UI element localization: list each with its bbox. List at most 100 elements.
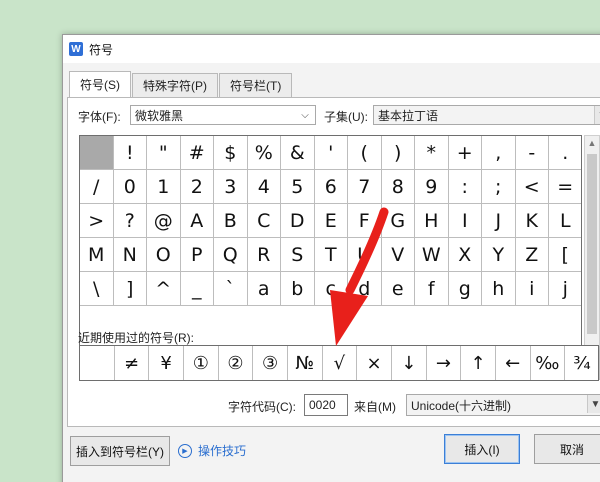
symbol-cell[interactable]: /: [80, 170, 114, 204]
symbol-cell[interactable]: >: [80, 204, 114, 238]
recent-symbol-cell[interactable]: ↑: [461, 346, 496, 380]
recent-symbol-cell[interactable]: ③: [253, 346, 288, 380]
symbol-cell[interactable]: [80, 136, 114, 170]
symbol-cell[interactable]: 4: [247, 170, 281, 204]
recent-symbol-cell[interactable]: [80, 346, 115, 380]
symbol-cell[interactable]: ;: [482, 170, 516, 204]
symbol-cell[interactable]: ]: [113, 272, 147, 306]
symbol-cell[interactable]: 7: [348, 170, 382, 204]
symbol-cell[interactable]: ): [381, 136, 415, 170]
symbol-cell[interactable]: 9: [415, 170, 449, 204]
symbol-cell[interactable]: :: [448, 170, 482, 204]
recent-symbol-cell[interactable]: №: [288, 346, 323, 380]
symbol-cell[interactable]: -: [515, 136, 549, 170]
symbol-cell[interactable]: &: [281, 136, 315, 170]
recent-symbol-cell[interactable]: ‰: [531, 346, 566, 380]
recent-symbol-cell[interactable]: ¾: [565, 346, 600, 380]
symbol-cell[interactable]: <: [515, 170, 549, 204]
symbol-cell[interactable]: _: [180, 272, 214, 306]
symbol-cell[interactable]: N: [113, 238, 147, 272]
font-select[interactable]: 微软雅黑 ⌵: [130, 105, 316, 125]
symbol-cell[interactable]: W: [415, 238, 449, 272]
symbol-cell[interactable]: J: [482, 204, 516, 238]
symbol-cell[interactable]: %: [247, 136, 281, 170]
symbol-grid-scrollbar[interactable]: ▲: [584, 135, 600, 355]
symbol-cell[interactable]: U: [348, 238, 382, 272]
symbol-cell[interactable]: 2: [180, 170, 214, 204]
symbol-cell[interactable]: 8: [381, 170, 415, 204]
symbol-cell[interactable]: `: [214, 272, 248, 306]
scroll-up-icon[interactable]: ▲: [585, 138, 599, 148]
symbol-cell[interactable]: S: [281, 238, 315, 272]
symbol-cell[interactable]: !: [113, 136, 147, 170]
symbol-cell[interactable]: i: [515, 272, 549, 306]
symbol-grid[interactable]: ! " # $% & '() * +, -. /0 1 2 3 4 5 6 7 8 9:; < = >? @ A B C D E F G H…: [79, 135, 582, 355]
symbol-cell[interactable]: 1: [147, 170, 181, 204]
symbol-cell[interactable]: ': [314, 136, 348, 170]
symbol-cell[interactable]: h: [482, 272, 516, 306]
symbol-cell[interactable]: b: [281, 272, 315, 306]
recent-symbol-cell[interactable]: ↓: [392, 346, 427, 380]
symbol-cell[interactable]: =: [549, 170, 581, 204]
recent-symbol-cell[interactable]: ×: [357, 346, 392, 380]
recent-symbol-cell[interactable]: ②: [219, 346, 254, 380]
symbol-cell[interactable]: R: [247, 238, 281, 272]
symbol-cell[interactable]: 6: [314, 170, 348, 204]
symbol-cell[interactable]: ^: [147, 272, 181, 306]
symbol-cell[interactable]: P: [180, 238, 214, 272]
symbol-cell[interactable]: 0: [113, 170, 147, 204]
symbol-cell[interactable]: \: [80, 272, 114, 306]
symbol-cell[interactable]: ?: [113, 204, 147, 238]
scroll-thumb[interactable]: [587, 154, 597, 334]
recent-symbol-cell[interactable]: √: [323, 346, 358, 380]
symbol-cell[interactable]: O: [147, 238, 181, 272]
cancel-button[interactable]: 取消: [534, 434, 600, 464]
subset-select[interactable]: 基本拉丁语 ▼: [373, 105, 600, 125]
symbol-cell[interactable]: A: [180, 204, 214, 238]
recent-symbol-cell[interactable]: →: [427, 346, 462, 380]
symbol-cell[interactable]: d: [348, 272, 382, 306]
symbol-cell[interactable]: M: [80, 238, 114, 272]
insert-to-symbol-bar-button[interactable]: 插入到符号栏(Y): [70, 436, 170, 466]
symbol-cell[interactable]: H: [415, 204, 449, 238]
symbol-cell[interactable]: @: [147, 204, 181, 238]
symbol-cell[interactable]: c: [314, 272, 348, 306]
recent-symbol-cell[interactable]: ¥: [149, 346, 184, 380]
symbol-cell[interactable]: j: [549, 272, 581, 306]
recent-symbol-cell[interactable]: ≠: [115, 346, 150, 380]
symbol-cell[interactable]: *: [415, 136, 449, 170]
symbol-cell[interactable]: ": [147, 136, 181, 170]
recent-symbol-cell[interactable]: ←: [496, 346, 531, 380]
symbol-cell[interactable]: 5: [281, 170, 315, 204]
symbol-cell[interactable]: ,: [482, 136, 516, 170]
tips-link[interactable]: ▶ 操作技巧: [178, 442, 246, 459]
symbol-cell[interactable]: $: [214, 136, 248, 170]
title-bar[interactable]: W 符号: [63, 35, 600, 63]
symbol-cell[interactable]: F: [348, 204, 382, 238]
symbol-cell[interactable]: (: [348, 136, 382, 170]
tab-symbols[interactable]: 符号(S): [69, 71, 131, 97]
symbol-cell[interactable]: 3: [214, 170, 248, 204]
symbol-cell[interactable]: I: [448, 204, 482, 238]
symbol-cell[interactable]: #: [180, 136, 214, 170]
symbol-cell[interactable]: K: [515, 204, 549, 238]
symbol-cell[interactable]: T: [314, 238, 348, 272]
symbol-cell[interactable]: X: [448, 238, 482, 272]
symbol-cell[interactable]: B: [214, 204, 248, 238]
char-code-input[interactable]: 0020: [304, 394, 348, 416]
symbol-cell[interactable]: e: [381, 272, 415, 306]
tab-special-chars[interactable]: 特殊字符(P): [132, 73, 218, 97]
symbol-cell[interactable]: .: [549, 136, 581, 170]
symbol-cell[interactable]: C: [247, 204, 281, 238]
symbol-cell[interactable]: f: [415, 272, 449, 306]
symbol-cell[interactable]: Q: [214, 238, 248, 272]
recent-symbol-cell[interactable]: ①: [184, 346, 219, 380]
tab-symbol-bar[interactable]: 符号栏(T): [219, 73, 293, 97]
symbol-cell[interactable]: V: [381, 238, 415, 272]
symbol-cell[interactable]: Z: [515, 238, 549, 272]
symbol-cell[interactable]: G: [381, 204, 415, 238]
from-select[interactable]: Unicode(十六进制) ▼: [406, 394, 600, 416]
symbol-cell[interactable]: +: [448, 136, 482, 170]
insert-button[interactable]: 插入(I): [444, 434, 520, 464]
symbol-cell[interactable]: a: [247, 272, 281, 306]
